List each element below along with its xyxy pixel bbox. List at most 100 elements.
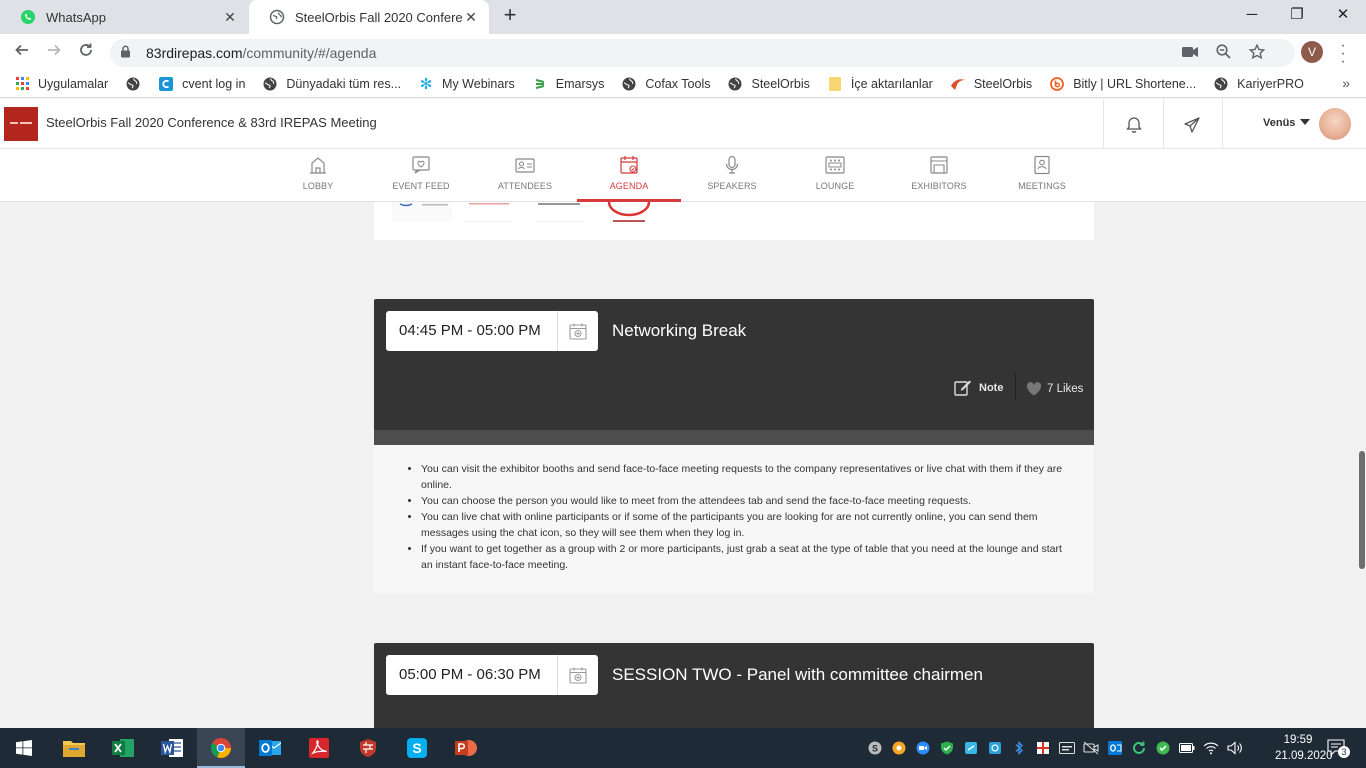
action-divider — [1015, 373, 1016, 401]
meetings-icon — [1034, 155, 1050, 175]
note-label: Note — [979, 381, 1004, 394]
antivirus-tray-icon[interactable] — [1035, 740, 1051, 756]
forward-button[interactable] — [42, 40, 66, 64]
agenda-content: 04:45 PM - 05:00 PM Networking Break Not… — [0, 202, 1366, 728]
bookmark-star-icon[interactable] — [1248, 43, 1266, 63]
note-edit-icon — [954, 380, 971, 396]
nav-exhibitors[interactable]: EXHIBITORS — [887, 149, 991, 202]
word-icon[interactable] — [148, 728, 196, 768]
reload-button[interactable] — [74, 40, 98, 64]
shield-tray-icon[interactable] — [939, 740, 955, 756]
session-time-box: 04:45 PM - 05:00 PM — [386, 311, 598, 351]
minimize-button[interactable]: ─ — [1229, 0, 1275, 30]
send-message-icon[interactable] — [1180, 113, 1204, 137]
zoom-tray-icon[interactable] — [915, 740, 931, 756]
nav-event-feed[interactable]: EVENT FEED — [369, 149, 473, 202]
user-name[interactable]: Venüs — [1263, 117, 1295, 129]
windows-start-icon[interactable] — [0, 728, 48, 768]
exhibitors-icon — [930, 156, 948, 174]
add-to-calendar-icon[interactable] — [558, 655, 598, 695]
add-to-calendar-icon[interactable] — [558, 311, 598, 351]
bookmark-steelorbis[interactable]: SteelOrbis — [727, 76, 810, 92]
volume-icon[interactable] — [1227, 740, 1243, 756]
close-tab-icon[interactable]: ✕ — [222, 9, 238, 26]
battery-icon[interactable] — [1179, 740, 1195, 756]
close-window-button[interactable]: ✕ — [1320, 0, 1366, 30]
tab-steelorbis[interactable]: SteelOrbis Fall 2020 Conference & ✕ — [249, 0, 489, 34]
browser-menu-icon[interactable]: · · · — [1338, 38, 1348, 70]
bookmark-emarsys[interactable]: Emarsys — [532, 76, 604, 92]
globe-icon — [1213, 76, 1229, 92]
nav-label: SPEAKERS — [707, 181, 757, 191]
user-avatar[interactable] — [1319, 108, 1351, 140]
bookmark-cvent-link[interactable]: cvent log in — [158, 76, 245, 92]
refresh-tray-icon[interactable] — [1131, 740, 1147, 756]
camera-blocked-icon[interactable] — [1182, 45, 1198, 61]
session-time-box: 05:00 PM - 06:30 PM — [386, 655, 598, 695]
orange-tray-icon[interactable] — [891, 740, 907, 756]
bookmark-cofax-tools[interactable]: Cofax Tools — [621, 76, 710, 92]
acrobat-icon[interactable] — [295, 728, 343, 768]
page-scrollbar[interactable] — [1359, 451, 1365, 569]
network-share-tray-icon[interactable] — [987, 740, 1003, 756]
nav-agenda[interactable]: AGENDA — [577, 149, 681, 202]
nav-attendees[interactable]: ATTENDEES — [473, 149, 577, 202]
system-clock[interactable]: 19:59 21.09.2020 — [1275, 732, 1333, 764]
globe-icon — [269, 9, 285, 25]
close-tab-icon[interactable]: ✕ — [463, 9, 479, 26]
outlook-icon[interactable] — [246, 728, 294, 768]
bookmark-kariyerpro[interactable]: KariyerPRO — [1213, 76, 1304, 92]
notification-center-icon[interactable]: 3 — [1326, 738, 1350, 758]
reload-icon — [80, 43, 92, 56]
zoom-icon[interactable] — [1216, 44, 1231, 62]
nav-label: LOBBY — [302, 181, 334, 191]
session-description: You can visit the exhibitor booths and s… — [374, 445, 1094, 593]
bookmark-dunyadaki[interactable]: Dünyadaki tüm res... — [262, 76, 401, 92]
previous-session-card — [374, 202, 1094, 240]
description-bullet: You can live chat with online participan… — [421, 509, 1070, 541]
address-bar[interactable]: 83rdirepas.com/community/#/agenda — [110, 39, 1295, 67]
outlook-tray-icon[interactable] — [1107, 740, 1123, 756]
bookmark-my-webinars[interactable]: ✻ My Webinars — [418, 76, 515, 93]
maximize-button[interactable]: ❐ — [1274, 0, 1320, 30]
sync-tray-icon[interactable] — [963, 740, 979, 756]
wifi-icon[interactable] — [1203, 740, 1219, 756]
camera-off-tray-icon[interactable] — [1083, 740, 1099, 756]
bookmark-bitly[interactable]: Bitly | URL Shortene... — [1049, 76, 1196, 92]
profile-avatar[interactable]: V — [1301, 41, 1323, 63]
check-tray-icon[interactable] — [1155, 740, 1171, 756]
bluetooth-icon[interactable] — [1011, 740, 1027, 756]
excel-icon[interactable] — [99, 728, 147, 768]
note-button[interactable]: Note — [954, 379, 1003, 396]
firewall-icon[interactable] — [344, 728, 392, 768]
session-time: 05:00 PM - 06:30 PM — [386, 655, 558, 695]
nav-lounge[interactable]: LOUNGE — [783, 149, 887, 202]
more-bookmarks-icon[interactable]: » — [1342, 75, 1350, 91]
skype-tray-icon[interactable]: S — [867, 740, 883, 756]
steelorbis-icon — [950, 76, 966, 92]
svg-text:S: S — [872, 744, 878, 754]
bell-icon[interactable] — [1122, 113, 1146, 137]
tab-whatsapp[interactable]: WhatsApp ✕ — [0, 0, 248, 34]
file-explorer-icon[interactable] — [50, 728, 98, 768]
windows-taskbar: S S 19:59 21.09.2020 3 — [0, 728, 1366, 768]
new-tab-button[interactable]: + — [498, 4, 522, 28]
like-button[interactable]: 7 Likes — [1026, 382, 1083, 396]
display-tray-icon[interactable] — [1059, 740, 1075, 756]
bookmark-steelorbis-2[interactable]: SteelOrbis — [950, 76, 1032, 92]
bookmark-apps[interactable]: Uygulamalar — [14, 76, 108, 92]
skype-icon[interactable]: S — [393, 728, 441, 768]
back-button[interactable] — [10, 40, 34, 64]
session-card: 05:00 PM - 06:30 PM SESSION TWO - Panel … — [374, 643, 1094, 728]
chrome-icon[interactable] — [197, 728, 245, 768]
powerpoint-icon[interactable] — [442, 728, 490, 768]
bookmark-folder-ice-aktarilanlar[interactable]: İçe aktarılanlar — [827, 76, 933, 92]
nav-meetings[interactable]: MEETINGS — [990, 149, 1094, 202]
nav-speakers[interactable]: SPEAKERS — [680, 149, 784, 202]
bookmark-cvent[interactable] — [125, 76, 149, 92]
chevron-down-icon[interactable] — [1300, 119, 1310, 125]
forward-arrow-icon — [48, 44, 61, 56]
nav-lobby[interactable]: LOBBY — [266, 149, 370, 202]
session-header: 04:45 PM - 05:00 PM Networking Break Not… — [374, 299, 1094, 430]
event-logo[interactable] — [4, 107, 38, 141]
